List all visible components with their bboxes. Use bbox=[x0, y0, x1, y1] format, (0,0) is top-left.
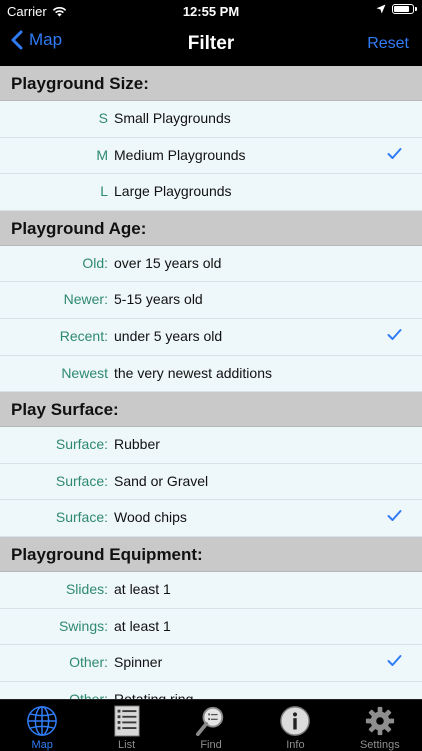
status-time: 12:55 PM bbox=[182, 4, 240, 19]
filter-list[interactable]: Playground Size: S Small Playgrounds M M… bbox=[0, 66, 422, 699]
row-value: the very newest additions bbox=[114, 364, 272, 381]
filter-row[interactable]: L Large Playgrounds bbox=[0, 174, 422, 211]
row-value: Small Playgrounds bbox=[114, 110, 231, 126]
filter-row[interactable]: Surface: Sand or Gravel bbox=[0, 464, 422, 501]
tab-settings[interactable]: Settings bbox=[338, 700, 422, 751]
row-key: M bbox=[96, 146, 108, 163]
tab-find[interactable]: Find bbox=[169, 700, 253, 751]
tab-info-label: Info bbox=[286, 739, 305, 751]
magnifier-icon bbox=[195, 706, 224, 737]
filter-row[interactable]: Old: over 15 years old bbox=[0, 246, 422, 283]
row-key: Surface: bbox=[55, 472, 108, 489]
page-title: Filter bbox=[187, 33, 235, 54]
row-key: Recent: bbox=[59, 327, 108, 344]
battery-icon bbox=[392, 4, 417, 14]
row-value: Wood chips bbox=[114, 509, 187, 526]
filter-row[interactable]: Surface: Rubber bbox=[0, 427, 422, 464]
tab-bar: Map List Find Info Settings bbox=[0, 699, 422, 751]
tab-list[interactable]: List bbox=[84, 700, 168, 751]
section-header-equipment: Playground Equipment: bbox=[0, 536, 422, 572]
row-key: S bbox=[98, 110, 108, 126]
row-value: Rubber bbox=[114, 436, 160, 453]
reset-button[interactable]: Reset bbox=[367, 35, 409, 53]
filter-row[interactable]: Other: Spinner bbox=[0, 645, 422, 682]
row-value: at least 1 bbox=[114, 580, 171, 597]
row-value: Medium Playgrounds bbox=[114, 146, 246, 163]
filter-row[interactable]: Other: Rotating ring bbox=[0, 682, 422, 699]
row-key: Old: bbox=[82, 254, 108, 271]
status-bar: Carrier 12:55 PM bbox=[0, 0, 422, 22]
tab-find-label: Find bbox=[200, 739, 222, 751]
info-icon bbox=[280, 706, 311, 736]
row-value: under 5 years old bbox=[114, 327, 223, 344]
tab-settings-label: Settings bbox=[359, 739, 400, 751]
row-key: L bbox=[100, 183, 108, 200]
filter-row[interactable]: S Small Playgrounds bbox=[0, 101, 422, 138]
row-value: Rotating ring bbox=[114, 690, 194, 699]
tab-map-label: Map bbox=[31, 739, 53, 751]
section-header-age: Playground Age: bbox=[0, 210, 422, 246]
row-value: Spinner bbox=[114, 654, 163, 671]
filter-row[interactable]: Slides: at least 1 bbox=[0, 572, 422, 609]
filter-row[interactable]: Newest the very newest additions bbox=[0, 356, 422, 393]
row-value: 5-15 years old bbox=[114, 291, 203, 308]
filter-row[interactable]: Surface: Wood chips bbox=[0, 500, 422, 537]
filter-row[interactable]: M Medium Playgrounds bbox=[0, 138, 422, 175]
row-value: Sand or Gravel bbox=[114, 472, 209, 489]
checkmark-icon bbox=[387, 147, 402, 159]
row-key: Surface: bbox=[55, 436, 108, 453]
row-key: Surface: bbox=[55, 509, 108, 526]
status-right bbox=[376, 4, 417, 14]
tab-list-label: List bbox=[118, 739, 136, 751]
gear-icon bbox=[365, 706, 394, 736]
list-icon bbox=[113, 705, 140, 737]
navigation-bar: Map Filter Reset bbox=[0, 22, 422, 66]
section-header-surface: Play Surface: bbox=[0, 392, 422, 428]
checkmark-icon bbox=[387, 655, 402, 667]
row-value: over 15 years old bbox=[114, 254, 222, 271]
tab-info[interactable]: Info bbox=[253, 700, 337, 751]
checkmark-icon bbox=[387, 328, 402, 340]
row-key: Slides: bbox=[65, 580, 108, 597]
filter-row[interactable]: Swings: at least 1 bbox=[0, 609, 422, 646]
row-value: at least 1 bbox=[114, 617, 171, 634]
globe-icon bbox=[27, 706, 58, 736]
location-arrow-icon bbox=[376, 4, 386, 14]
filter-row[interactable]: Recent: under 5 years old bbox=[0, 319, 422, 356]
row-key: Newest bbox=[61, 364, 108, 381]
row-key: Other: bbox=[69, 690, 108, 699]
row-key: Newer: bbox=[63, 291, 108, 308]
checkmark-icon bbox=[387, 510, 402, 522]
section-header-size: Playground Size: bbox=[0, 66, 422, 101]
row-value: Large Playgrounds bbox=[114, 183, 232, 200]
row-key: Swings: bbox=[58, 617, 108, 634]
row-key: Other: bbox=[69, 654, 108, 671]
filter-row[interactable]: Newer: 5-15 years old bbox=[0, 282, 422, 319]
tab-map[interactable]: Map bbox=[0, 700, 84, 751]
